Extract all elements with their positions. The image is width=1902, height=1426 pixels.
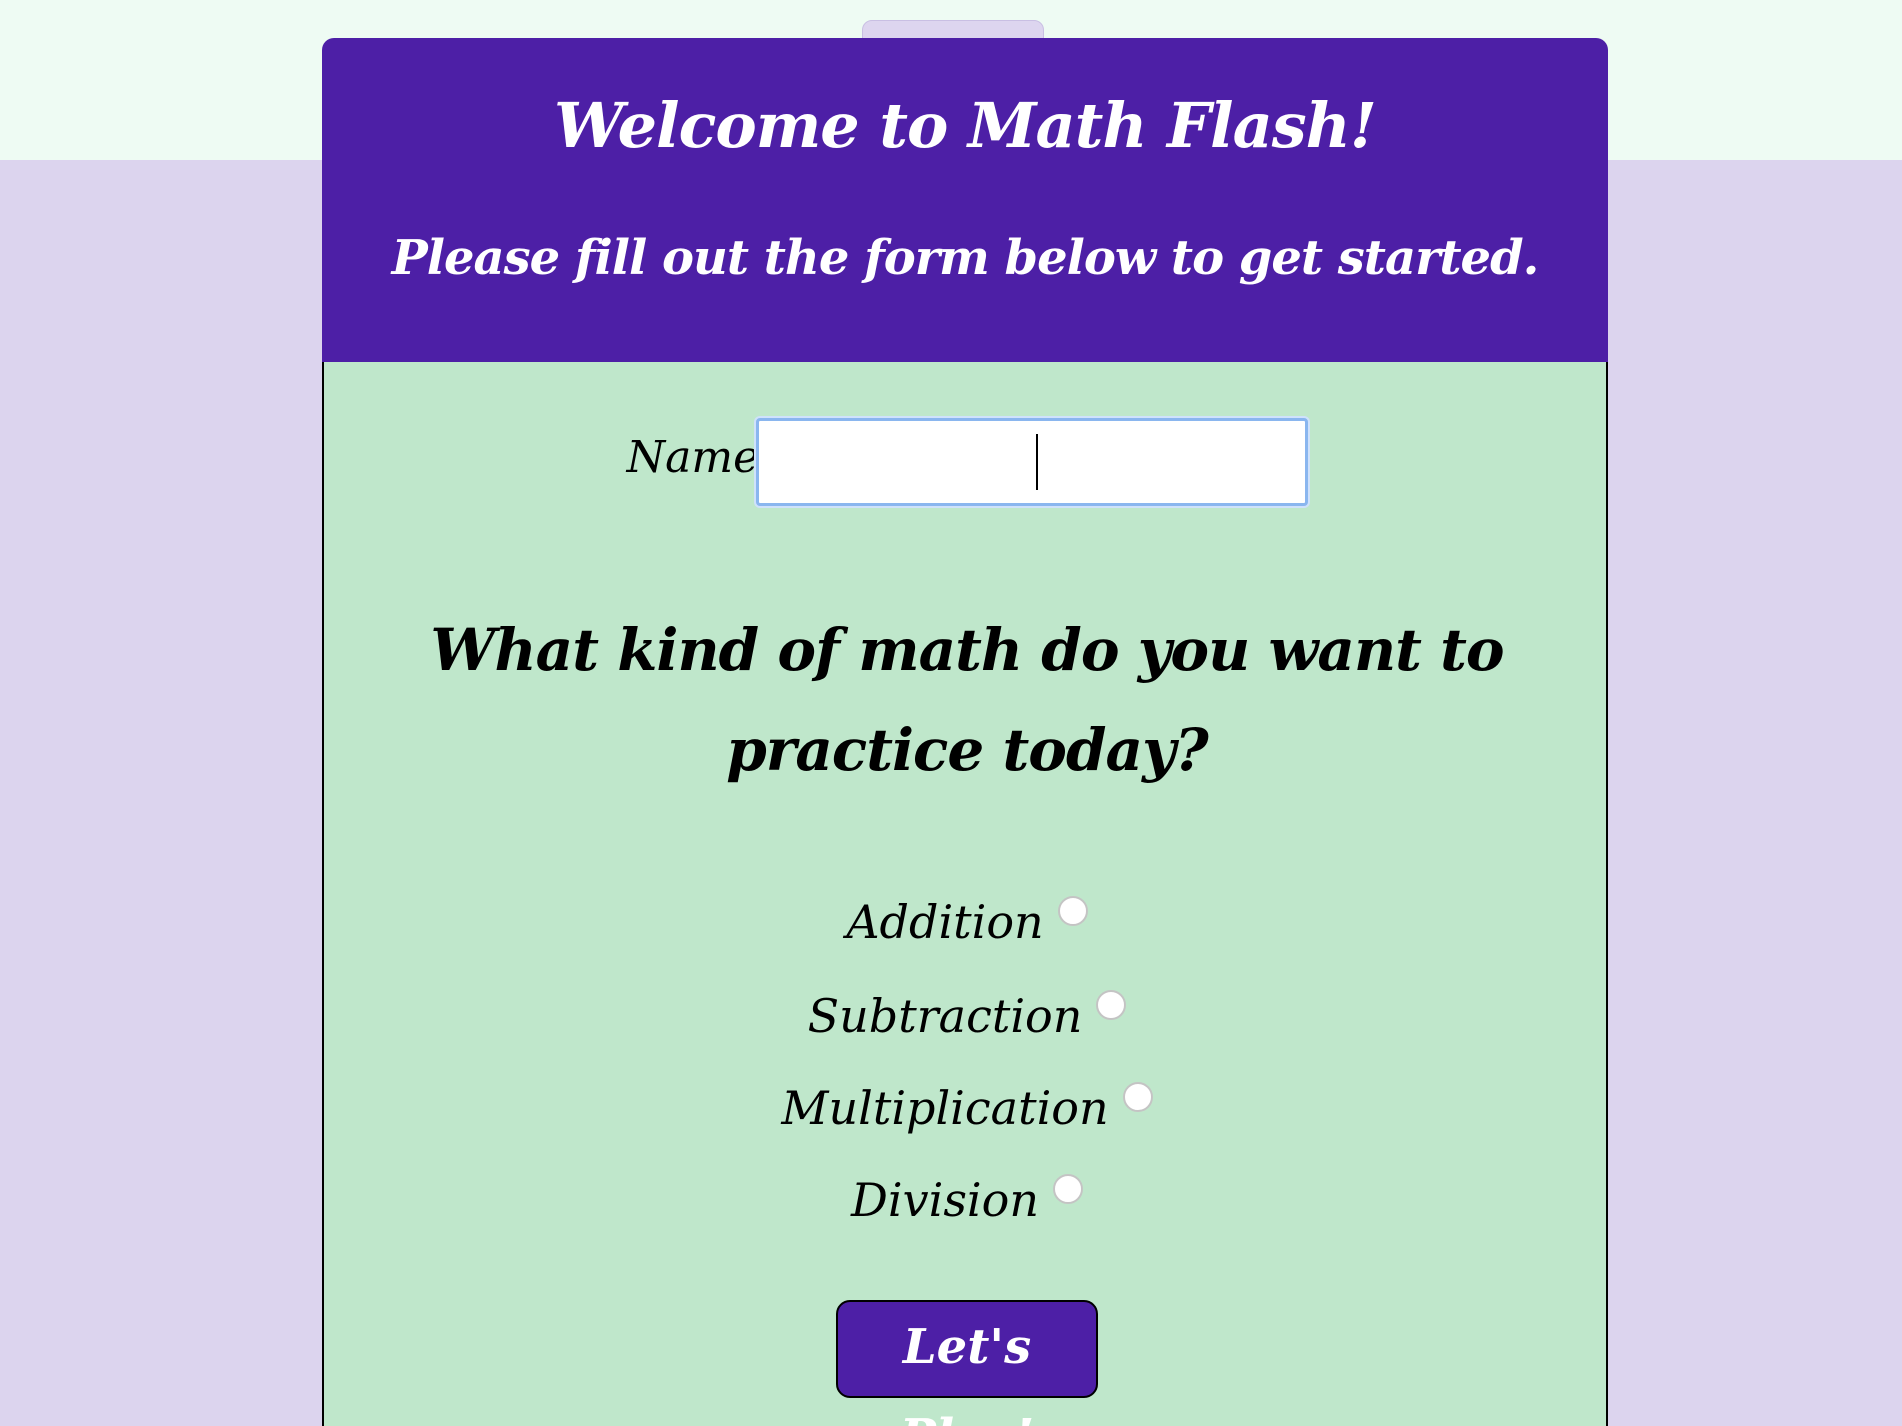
option-addition[interactable]: Addition xyxy=(324,882,1610,962)
option-label: Addition xyxy=(846,895,1044,949)
card-header: Welcome to Math Flash! Please fill out t… xyxy=(322,38,1608,364)
option-subtraction[interactable]: Subtraction xyxy=(324,976,1610,1056)
page-title: Welcome to Math Flash! xyxy=(554,89,1377,162)
setup-form: Name: What kind of math do you want to p… xyxy=(322,362,1608,1426)
division-radio[interactable] xyxy=(1052,1174,1083,1204)
subtraction-radio[interactable] xyxy=(1096,990,1127,1020)
name-input[interactable] xyxy=(756,418,1308,506)
option-label: Division xyxy=(851,1173,1039,1227)
text-cursor xyxy=(1036,434,1038,490)
option-multiplication[interactable]: Multiplication xyxy=(324,1068,1610,1148)
name-label: Name: xyxy=(626,432,774,483)
addition-radio[interactable] xyxy=(1057,896,1088,926)
page-subtitle: Please fill out the form below to get st… xyxy=(391,230,1540,286)
lets-play-button[interactable]: Let's Play! xyxy=(836,1300,1098,1426)
math-flash-card: Welcome to Math Flash! Please fill out t… xyxy=(322,38,1608,1426)
option-label: Subtraction xyxy=(807,989,1083,1043)
multiplication-radio[interactable] xyxy=(1122,1082,1153,1112)
option-label: Multiplication xyxy=(781,1081,1109,1135)
option-division[interactable]: Division xyxy=(324,1160,1610,1240)
practice-question: What kind of math do you want to practic… xyxy=(430,616,1504,784)
